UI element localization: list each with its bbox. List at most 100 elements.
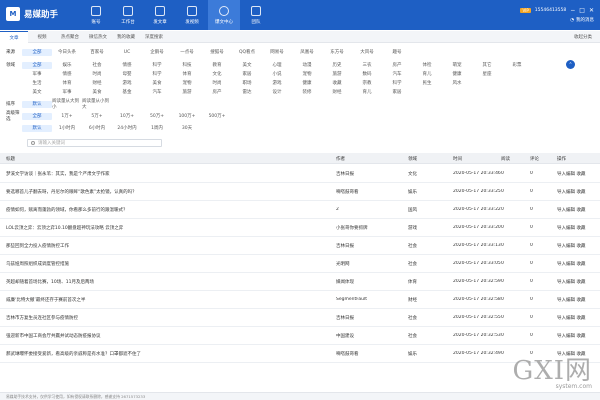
domain-option[interactable]: 动漫 xyxy=(292,62,322,68)
favorite-link[interactable]: 收藏 xyxy=(576,316,585,321)
import-edit-link[interactable]: 导入编辑 xyxy=(557,190,575,195)
domain-option[interactable]: 娱乐 xyxy=(52,62,82,68)
domain-option[interactable]: 收藏 xyxy=(322,80,352,86)
domain-option[interactable]: 彩票 xyxy=(502,62,532,68)
favorite-link[interactable]: 收藏 xyxy=(576,244,585,249)
source-option[interactable]: 百家号 xyxy=(82,49,112,55)
sort-option[interactable]: 阅读量从大到小 xyxy=(52,98,82,110)
nav-viral-center[interactable]: 爆文中心 xyxy=(208,0,240,30)
nav-account[interactable]: 账号 xyxy=(80,0,112,30)
keyword-search[interactable]: 请输入关键词 xyxy=(27,139,162,147)
tab-5[interactable]: 深度搜索 xyxy=(140,31,168,43)
domain-option[interactable]: 三农 xyxy=(352,62,382,68)
nav-publish-article[interactable]: 发文章 xyxy=(144,0,176,30)
domain-option[interactable]: 心理 xyxy=(262,62,292,68)
source-option[interactable]: 搜狐号 xyxy=(202,49,232,55)
sort-option[interactable]: 阅读量从小到大 xyxy=(82,98,112,110)
tab-4[interactable]: 我的收藏 xyxy=(112,31,140,43)
article-title[interactable]: 那些回到全力投入疫情防控工作 xyxy=(6,243,326,249)
import-edit-link[interactable]: 导入编辑 xyxy=(557,298,575,303)
domain-option[interactable]: 美文 xyxy=(22,89,52,95)
read-count-option[interactable]: 10万+ xyxy=(112,113,142,119)
domain-option[interactable]: 科学 xyxy=(142,71,172,77)
import-edit-link[interactable]: 导入编辑 xyxy=(557,280,575,285)
domain-option[interactable]: 情感 xyxy=(52,71,82,77)
domain-option[interactable]: 设计 xyxy=(262,89,292,95)
domain-option[interactable]: 旅游 xyxy=(172,89,202,95)
domain-option[interactable]: 科学 xyxy=(382,80,412,86)
domain-option[interactable]: 财经 xyxy=(82,80,112,86)
import-edit-link[interactable]: 导入编辑 xyxy=(557,226,575,231)
source-option[interactable]: 今日头条 xyxy=(52,49,82,55)
article-title[interactable]: 郝武琳曝怀委接受爱新，看高级的亲戚称是有水准？口罩都遮不住了 xyxy=(6,351,326,357)
domain-option[interactable]: 装修 xyxy=(292,89,322,95)
messages-button[interactable]: ◔ 我的消息 xyxy=(570,17,594,24)
domain-option[interactable]: 宗教 xyxy=(352,80,382,86)
import-edit-link[interactable]: 导入编辑 xyxy=(557,208,575,213)
favorite-link[interactable]: 收藏 xyxy=(576,280,585,285)
source-option[interactable]: 凤凰号 xyxy=(292,49,322,55)
domain-option[interactable]: 其它 xyxy=(472,62,502,68)
domain-option[interactable]: 体育 xyxy=(172,71,202,77)
domain-option[interactable]: 汽车 xyxy=(382,71,412,77)
domain-option[interactable]: 科技 xyxy=(172,62,202,68)
article-title[interactable]: 乌兹娅周照组织成调度管控措施 xyxy=(6,261,326,267)
domain-option[interactable]: 军事 xyxy=(52,89,82,95)
domain-option[interactable]: 財经 xyxy=(322,89,352,95)
time-range-option[interactable]: 1周内 xyxy=(142,125,172,131)
domain-option[interactable]: 家居 xyxy=(382,89,412,95)
tab-1[interactable]: 视频 xyxy=(28,31,56,43)
domain-option[interactable]: 美食 xyxy=(82,89,112,95)
domain-option[interactable]: 健康 xyxy=(292,80,322,86)
article-title[interactable]: 疫情如何，赋离而蓬勃的领域，你看那么多前行的跟温暖式？ xyxy=(6,207,326,213)
tab-3[interactable]: 微信热文 xyxy=(84,31,112,43)
read-count-option[interactable]: 500万+ xyxy=(202,113,232,119)
import-edit-link[interactable]: 导入编辑 xyxy=(557,244,575,249)
article-title[interactable]: 要选哪首儿子翻去呀，丹尼尔的眼眸“歌色素”太抢镜，认真的吗？ xyxy=(6,189,326,195)
article-title[interactable]: 威廉‘比特大撤’最终还存于赛前首次之半 xyxy=(6,297,326,303)
favorite-link[interactable]: 收藏 xyxy=(576,190,585,195)
source-option[interactable]: UC xyxy=(112,50,142,55)
domain-option[interactable]: 风水 xyxy=(442,80,472,86)
collapse-categories-button[interactable]: 收起分类 xyxy=(574,34,592,40)
article-title[interactable]: 吉林市方复生员连社区参与疫情防控 xyxy=(6,315,326,321)
domain-option[interactable]: 星座 xyxy=(472,71,502,77)
domain-option[interactable]: 旅游 xyxy=(322,71,352,77)
import-edit-link[interactable]: 导入编辑 xyxy=(557,316,575,321)
time-range-option[interactable]: 1小时内 xyxy=(52,125,82,131)
domain-option[interactable]: 美食 xyxy=(142,80,172,86)
domain-option[interactable]: 房产 xyxy=(382,62,412,68)
source-option[interactable]: 企鹅号 xyxy=(142,49,172,55)
source-option[interactable]: 网易号 xyxy=(262,49,292,55)
domain-option[interactable]: 游戏 xyxy=(112,80,142,86)
domain-option[interactable]: 体育 xyxy=(52,80,82,86)
read-count-option[interactable]: 5万+ xyxy=(82,113,112,119)
source-option[interactable]: 一点号 xyxy=(172,49,202,55)
domain-option[interactable]: 美文 xyxy=(232,62,262,68)
sort-option[interactable]: 默认 xyxy=(22,100,52,108)
domain-option[interactable]: 健康 xyxy=(442,71,472,77)
source-option[interactable]: 趣号 xyxy=(382,49,412,55)
domain-option[interactable]: 家居 xyxy=(232,71,262,77)
tab-2[interactable]: 热点聚合 xyxy=(56,31,84,43)
time-range-option[interactable]: 24小时内 xyxy=(112,125,142,131)
domain-option[interactable]: 小说 xyxy=(262,71,292,77)
domain-option[interactable]: 基金 xyxy=(112,89,142,95)
favorite-link[interactable]: 收藏 xyxy=(576,298,585,303)
tab-0[interactable]: 文章 xyxy=(0,31,28,43)
domain-option[interactable]: 历史 xyxy=(322,62,352,68)
read-count-option[interactable]: 1万+ xyxy=(52,113,82,119)
time-range-option[interactable]: 6小时内 xyxy=(82,125,112,131)
domain-option[interactable]: 情感 xyxy=(112,62,142,68)
close-button[interactable]: ✕ xyxy=(589,7,594,14)
article-title[interactable]: 强迎新市中国工商会厅共赢并试动态防疫报协议 xyxy=(6,333,326,339)
domain-option[interactable]: 母婴 xyxy=(112,71,142,77)
article-title[interactable]: LOL云顶之弈：云顶之弈10.10翻盘超神玩法攻略 云顶之弈 xyxy=(6,225,326,231)
source-option[interactable]: 大风号 xyxy=(352,49,382,55)
domain-option[interactable]: 萌宠 xyxy=(442,62,472,68)
favorite-link[interactable]: 收藏 xyxy=(576,172,585,177)
domain-option[interactable]: 体检 xyxy=(412,62,442,68)
favorite-link[interactable]: 收藏 xyxy=(576,262,585,267)
source-option[interactable]: 东方号 xyxy=(322,49,352,55)
domain-option[interactable]: 宠物 xyxy=(292,71,322,77)
